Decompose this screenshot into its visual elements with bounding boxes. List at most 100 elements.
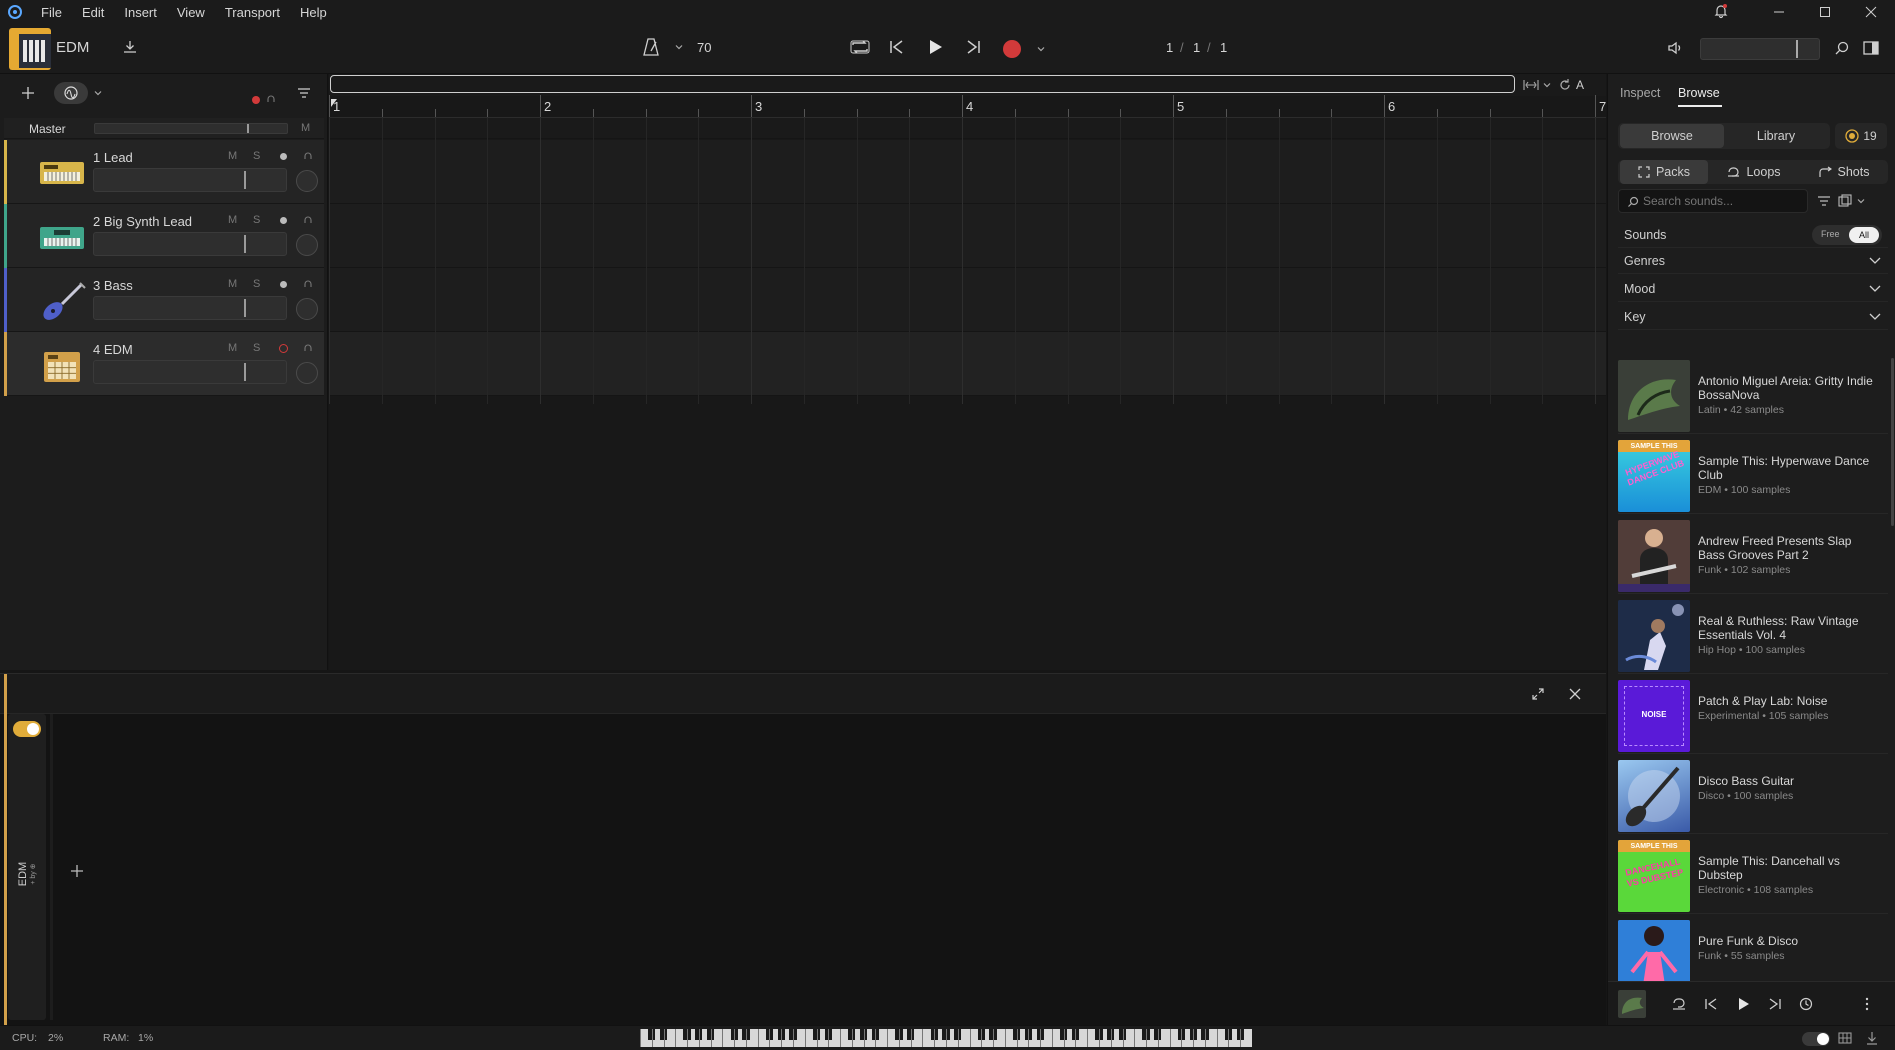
loop-region-icon[interactable] [1558,78,1572,92]
master-volume-slider[interactable] [1700,38,1820,60]
solo-button[interactable]: S [253,278,260,290]
piano-white-key[interactable] [1134,1029,1136,1047]
download-icon[interactable] [1866,1031,1878,1045]
piano-white-key[interactable] [651,1029,653,1047]
monitor-icon[interactable] [303,215,313,225]
piano-white-key[interactable] [1216,1029,1218,1047]
project-artwork[interactable] [9,28,51,70]
pack-item[interactable]: NOISE Patch & Play Lab: Noise Experimenta… [1618,676,1888,754]
key-filter[interactable]: Key [1618,304,1888,330]
sort-filter-icon[interactable] [1817,194,1831,208]
piano-white-key[interactable] [722,1029,724,1047]
preview-previous-icon[interactable] [1704,997,1718,1011]
record-arm-button[interactable] [280,153,287,160]
minimize-button[interactable] [1756,0,1802,24]
piano-white-key[interactable] [1204,1029,1206,1047]
monitor-icon[interactable] [303,279,313,289]
piano-white-key[interactable] [816,1029,818,1047]
device-power-toggle[interactable] [13,721,41,737]
piano-white-key[interactable] [1051,1029,1053,1047]
search-input[interactable] [1643,193,1803,209]
tab-inspect[interactable]: Inspect [1620,86,1660,100]
mute-button[interactable]: M [228,214,237,226]
track-lane-bass[interactable] [329,268,1606,332]
maximize-button[interactable] [1802,0,1848,24]
tab-browse[interactable]: Browse [1678,86,1720,100]
zoom-dropdown-icon[interactable] [1542,80,1552,90]
piano-white-key[interactable] [1169,1029,1171,1047]
mute-button[interactable]: M [228,278,237,290]
category-loops[interactable]: Loops [1710,160,1798,184]
piano-white-key[interactable] [946,1029,947,1047]
play-icon[interactable] [926,38,944,56]
piano-white-key[interactable] [969,1029,971,1047]
piano-white-key[interactable] [687,1029,689,1047]
collection-icon[interactable] [1838,194,1852,208]
zoom-fit-icon[interactable] [1523,78,1539,92]
track-volume-fader[interactable] [93,168,287,192]
menu-edit[interactable]: Edit [82,5,124,20]
pack-list-scrollbar[interactable] [1891,358,1894,526]
track-volume-fader[interactable] [93,296,287,320]
piano-white-key[interactable] [804,1029,806,1047]
arrangement-view[interactable]: A 1 2 3 4 5 6 7 [329,74,1606,670]
pack-item[interactable]: Disco Bass Guitar Disco • 100 samples [1618,756,1888,834]
mute-button[interactable]: M [228,150,237,162]
track-volume-fader[interactable] [93,360,287,384]
solo-button[interactable]: S [253,342,260,354]
master-mute-button[interactable]: M [301,122,310,134]
bell-icon[interactable] [1713,3,1729,19]
piano-white-key[interactable] [675,1029,677,1047]
tempo-value[interactable]: 70 [697,40,711,55]
pack-item[interactable]: Real & Ruthless: Raw Vintage Essentials … [1618,596,1888,674]
skip-back-icon[interactable] [888,38,906,56]
volume-icon[interactable] [1666,39,1684,57]
track-name[interactable]: 4 EDM [93,342,133,357]
menu-help[interactable]: Help [300,5,347,20]
piano-white-key[interactable] [1193,1029,1195,1047]
track-name[interactable]: 1 Lead [93,150,133,165]
piano-white-key[interactable] [1004,1029,1006,1047]
keyboard-toggle[interactable] [1802,1032,1830,1046]
piano-white-key[interactable] [1075,1029,1077,1047]
track-name[interactable]: 3 Bass [93,278,133,293]
piano-white-key[interactable] [887,1029,889,1047]
track-row-lead[interactable]: 1 Lead M S [4,140,324,204]
track-pan-knob[interactable] [296,298,318,320]
record-button[interactable] [1003,40,1021,58]
menu-transport[interactable]: Transport [225,5,300,20]
more-options-icon[interactable] [1864,997,1870,1011]
solo-button[interactable]: S [253,214,260,226]
record-arm-button[interactable] [279,344,288,353]
piano-white-key[interactable] [769,1029,771,1047]
overview-scroll-region[interactable] [330,75,1515,93]
record-arm-button[interactable] [280,217,287,224]
master-fader[interactable] [94,123,288,134]
toggle-free[interactable]: Free [1821,229,1840,239]
piano-white-key[interactable] [745,1029,747,1047]
piano-white-key[interactable] [1122,1029,1124,1047]
piano-white-key[interactable] [863,1029,865,1047]
pack-item[interactable]: Andrew Freed Presents Slap Bass Grooves … [1618,516,1888,594]
track-pan-knob[interactable] [296,170,318,192]
category-shots[interactable]: Shots [1800,160,1888,184]
track-lane-lead[interactable] [329,140,1606,204]
metronome-icon[interactable] [641,37,661,57]
piano-keyboard-strip[interactable] [640,1029,1252,1047]
piano-white-key[interactable] [698,1029,700,1047]
preview-play-icon[interactable] [1736,997,1750,1011]
record-arm-all-icon[interactable] [252,96,260,104]
piano-white-key[interactable] [898,1029,900,1047]
monitor-icon[interactable] [303,343,313,353]
track-name[interactable]: 2 Big Synth Lead [93,214,192,229]
credits-badge[interactable]: 19 [1835,123,1887,149]
sidebar-toggle-icon[interactable] [1862,39,1880,57]
position-beat[interactable]: 1 [1193,40,1200,55]
menu-insert[interactable]: Insert [124,5,177,20]
search-icon[interactable] [1834,40,1850,56]
master-track-row[interactable]: Master M [4,118,324,139]
menu-file[interactable]: File [41,5,82,20]
piano-white-key[interactable] [875,1029,877,1047]
piano-white-key[interactable] [1099,1029,1100,1047]
piano-white-key[interactable] [993,1029,995,1047]
